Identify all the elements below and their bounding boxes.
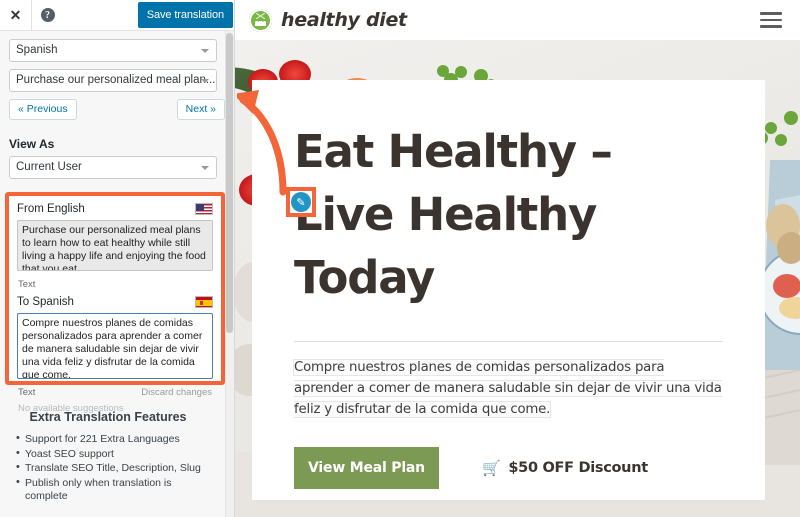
source-language-header: From English <box>17 202 213 216</box>
headline-line-1: Eat Healthy – <box>294 125 613 178</box>
site-header: healthy diet <box>235 0 800 40</box>
next-button[interactable]: Next » <box>176 99 225 120</box>
headline-line-2: Live Healthy Today <box>294 188 597 304</box>
shopping-cart-icon: 🛒 <box>482 458 501 477</box>
to-spanish-label: To Spanish <box>17 296 74 308</box>
source-field-type: Text <box>18 279 36 290</box>
chevron-down-icon <box>201 166 209 170</box>
language-select[interactable]: Spanish <box>9 39 217 62</box>
pencil-edit-icon: ✎ <box>291 192 311 212</box>
list-item: Support for 221 Extra Languages <box>14 432 202 447</box>
edit-pencil-marker[interactable]: ✎ <box>286 187 316 217</box>
view-as-label: View As <box>9 137 55 151</box>
cta-row: View Meal Plan 🛒 $50 OFF Discount <box>294 447 723 489</box>
flag-es-icon <box>195 296 213 308</box>
editor-body: Spanish Purchase our personalized meal p… <box>0 31 234 179</box>
chevron-down-icon <box>201 49 209 53</box>
hamburger-menu-icon[interactable] <box>760 8 782 32</box>
logo-text: healthy diet <box>281 9 407 31</box>
target-field-type: Text <box>18 387 36 398</box>
flag-us-icon <box>195 203 213 215</box>
extra-features-list: Support for 221 Extra Languages Yoast SE… <box>14 432 202 504</box>
discount-badge: 🛒 $50 OFF Discount <box>482 460 648 476</box>
hero-content-card: Eat Healthy – Live Healthy Today Compre … <box>237 80 765 500</box>
view-meal-plan-button[interactable]: View Meal Plan <box>294 447 439 489</box>
target-language-header: To Spanish <box>17 295 213 309</box>
help-circle-icon: ? <box>40 8 55 22</box>
hero-paragraph: Compre nuestros planes de comidas person… <box>294 357 723 420</box>
page-title: Eat Healthy – Live Healthy Today <box>294 120 723 309</box>
source-meta: Text <box>18 279 212 290</box>
target-text-area[interactable] <box>17 313 213 379</box>
editor-toolbar: ✕ ? Save translation <box>0 0 234 31</box>
extra-features-heading: Extra Translation Features <box>29 410 187 424</box>
close-icon: ✕ <box>9 6 22 23</box>
list-item: Publish only when translation is complet… <box>14 476 202 504</box>
chevron-down-icon <box>201 79 209 83</box>
discard-changes-link[interactable]: Discard changes <box>141 387 212 398</box>
source-text-area[interactable] <box>17 220 213 271</box>
list-item: Translate SEO Title, Description, Slug <box>14 461 202 476</box>
from-english-label: From English <box>17 203 85 215</box>
pagination-row: « Previous Next » <box>9 99 225 121</box>
language-select-value: Spanish <box>16 44 58 56</box>
save-translation-button[interactable]: Save translation <box>137 2 233 28</box>
site-preview: healthy diet Eat Healthy – Live Healthy … <box>235 0 800 517</box>
close-button[interactable]: ✕ <box>0 0 31 31</box>
translation-highlight-box: From English Text To Spanish <box>5 192 225 414</box>
previous-button[interactable]: « Previous <box>9 99 77 120</box>
list-item: Yoast SEO support <box>14 447 202 462</box>
view-as-select-value: Current User <box>16 161 82 173</box>
leaf-circle-icon <box>249 8 272 32</box>
string-select[interactable]: Purchase our personalized meal plan... <box>9 69 217 92</box>
string-select-value: Purchase our personalized meal plan... <box>16 74 216 86</box>
view-as-select[interactable]: Current User <box>9 156 217 179</box>
discount-label: $50 OFF Discount <box>508 460 648 476</box>
target-meta: Text Discard changes <box>18 387 212 398</box>
screenshot-root: ✕ ? Save translation Spanish Purchase ou… <box>0 0 800 517</box>
translation-card: From English Text To Spanish <box>9 196 221 414</box>
translation-editor-panel: ✕ ? Save translation Spanish Purchase ou… <box>0 0 235 517</box>
hero-paragraph-text: Compre nuestros planes de comidas person… <box>294 360 722 417</box>
hero-divider <box>294 341 723 342</box>
panel-scrollbar-thumb[interactable] <box>226 33 233 333</box>
help-button[interactable]: ? <box>32 0 63 31</box>
extra-features-section: Extra Translation Features Support for 2… <box>0 400 216 505</box>
